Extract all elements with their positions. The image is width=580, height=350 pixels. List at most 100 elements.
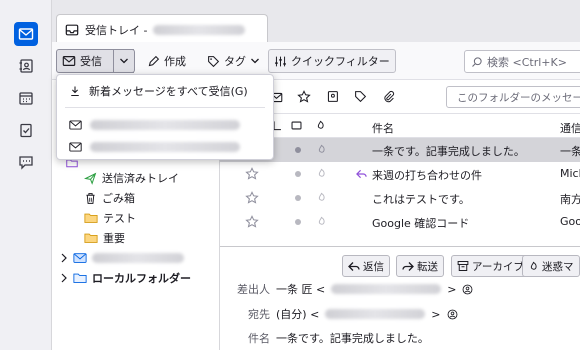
archive-button[interactable]: アーカイブ <box>451 255 530 277</box>
contact-icon[interactable] <box>447 309 458 320</box>
forward-button[interactable]: 転送 <box>396 255 444 277</box>
folder-sent[interactable]: 送信済みトレイ <box>52 168 220 188</box>
contact-filter-icon[interactable] <box>326 90 339 103</box>
mail-icon <box>18 28 34 40</box>
account-name-redacted <box>153 24 246 35</box>
chat-space-button[interactable] <box>14 150 38 174</box>
mail-account-icon <box>69 120 82 130</box>
reply-button[interactable]: 返信 <box>342 255 390 277</box>
menu-account-1[interactable] <box>57 113 275 137</box>
tab-inbox[interactable]: 受信トレイ - <box>56 14 268 44</box>
address-close-bracket: > <box>431 307 441 321</box>
email-redacted <box>325 309 426 319</box>
junk-label: 迷惑マ <box>542 260 574 273</box>
spaces-toolbar <box>0 0 52 350</box>
account-name-redacted <box>90 142 240 152</box>
address-book-icon <box>19 59 33 73</box>
message-row[interactable]: 来週の打ち合わせの件 Mich <box>220 162 580 186</box>
junk-status-icon[interactable] <box>316 168 327 179</box>
account-name-redacted <box>90 120 240 130</box>
header-to-row: 宛先 (自分) < > <box>230 306 458 322</box>
quick-filter-placeholder: このフォルダーのメッセージ <box>457 91 580 104</box>
star-icon[interactable] <box>245 191 259 205</box>
tag-button[interactable]: タグ <box>202 49 265 73</box>
forward-icon <box>402 261 414 271</box>
mail-account-icon <box>69 142 82 152</box>
archive-icon <box>457 261 469 271</box>
archive-label: アーカイブ <box>472 260 524 273</box>
subject-label: 件名 <box>248 332 270 345</box>
from-value[interactable]: 一条 匠 < <box>276 281 325 297</box>
global-search-input[interactable]: 検索 <Ctrl+K> <box>464 50 580 73</box>
junk-icon <box>530 261 537 270</box>
tag-icon <box>208 55 220 67</box>
chevron-down-icon <box>120 58 128 64</box>
chevron-right-icon[interactable] <box>60 273 68 283</box>
email-redacted <box>331 284 442 294</box>
write-button[interactable]: 作成 <box>142 49 191 73</box>
column-correspondent[interactable]: 通信 <box>560 120 580 136</box>
message-subject: これはテストです。 <box>372 193 470 206</box>
junk-column-icon[interactable] <box>315 120 326 131</box>
quick-filter-button[interactable]: クイックフィルター <box>268 49 396 73</box>
chevron-right-icon[interactable] <box>60 253 68 263</box>
sent-icon <box>84 172 97 185</box>
mail-account-icon <box>73 253 87 263</box>
menu-get-all-label: 新着メッセージをすべて受信(G) <box>89 85 248 98</box>
star-filter-icon[interactable] <box>297 90 311 104</box>
read-status-dot-icon[interactable] <box>295 219 301 225</box>
to-value[interactable]: (自分) < <box>276 306 319 322</box>
contact-icon[interactable] <box>462 284 473 295</box>
read-column-icon[interactable] <box>291 120 302 131</box>
forward-label: 転送 <box>417 260 438 273</box>
message-preview-pane: 返信 転送 アーカイブ 迷惑マ 差出人 一条 匠 < > 宛先 (自分) < > <box>220 246 580 350</box>
column-subject[interactable]: 件名 <box>372 120 394 136</box>
local-folders-row[interactable]: ローカルフォルダー <box>52 268 220 288</box>
folder-label: 送信済みトレイ <box>102 172 179 185</box>
address-book-space-button[interactable] <box>14 54 38 78</box>
write-label: 作成 <box>164 55 186 68</box>
mail-space-button[interactable] <box>14 22 38 46</box>
calendar-space-button[interactable] <box>14 86 38 110</box>
message-correspondent: 南方 <box>560 193 580 206</box>
get-messages-icon <box>62 56 76 66</box>
quick-filter-search-input[interactable]: このフォルダーのメッセージ <box>446 86 580 108</box>
junk-button[interactable]: 迷惑マ <box>522 255 580 277</box>
tab-bar: 受信トレイ - <box>52 0 580 44</box>
star-icon[interactable] <box>245 215 259 229</box>
trash-icon <box>86 192 95 204</box>
reply-label: 返信 <box>363 260 384 273</box>
menu-get-all-messages[interactable]: 新着メッセージをすべて受信(G) <box>57 79 275 103</box>
junk-status-icon[interactable] <box>316 192 327 203</box>
read-status-dot-icon[interactable] <box>295 171 301 177</box>
read-status-dot-icon[interactable] <box>295 147 301 153</box>
message-subject: 来週の打ち合わせの件 <box>372 169 482 182</box>
account-row-redacted[interactable] <box>52 248 220 268</box>
subject-value: 一条です。記事完成しました。 <box>276 332 429 345</box>
account-name-redacted <box>92 253 184 263</box>
junk-status-icon[interactable] <box>316 216 327 227</box>
tasks-icon <box>20 123 32 138</box>
junk-status-icon[interactable] <box>316 144 327 155</box>
pencil-icon <box>148 55 160 66</box>
folder-label: 重要 <box>103 232 125 245</box>
folder-trash[interactable]: ごみ箱 <box>52 188 220 208</box>
folder-icon <box>84 213 98 223</box>
tasks-space-button[interactable] <box>14 118 38 142</box>
get-messages-dropdown-button[interactable] <box>113 49 135 73</box>
star-icon[interactable] <box>245 167 259 181</box>
tag-filter-icon[interactable] <box>354 90 367 103</box>
message-row[interactable]: Google 確認コード Goog <box>220 210 580 234</box>
reply-icon <box>348 261 360 271</box>
message-subject: 一条です。記事完成しました。 <box>372 145 525 158</box>
attachment-filter-icon[interactable] <box>382 90 395 103</box>
search-icon <box>472 56 482 67</box>
folder-important[interactable]: 重要 <box>52 228 220 248</box>
menu-account-2[interactable] <box>57 135 275 159</box>
read-status-dot-icon[interactable] <box>295 195 301 201</box>
folder-icon <box>84 233 98 243</box>
get-messages-label: 受信 <box>80 55 102 68</box>
folder-test[interactable]: テスト <box>52 208 220 228</box>
local-folders-label: ローカルフォルダー <box>92 272 191 285</box>
message-row[interactable]: これはテストです。 南方 <box>220 186 580 210</box>
